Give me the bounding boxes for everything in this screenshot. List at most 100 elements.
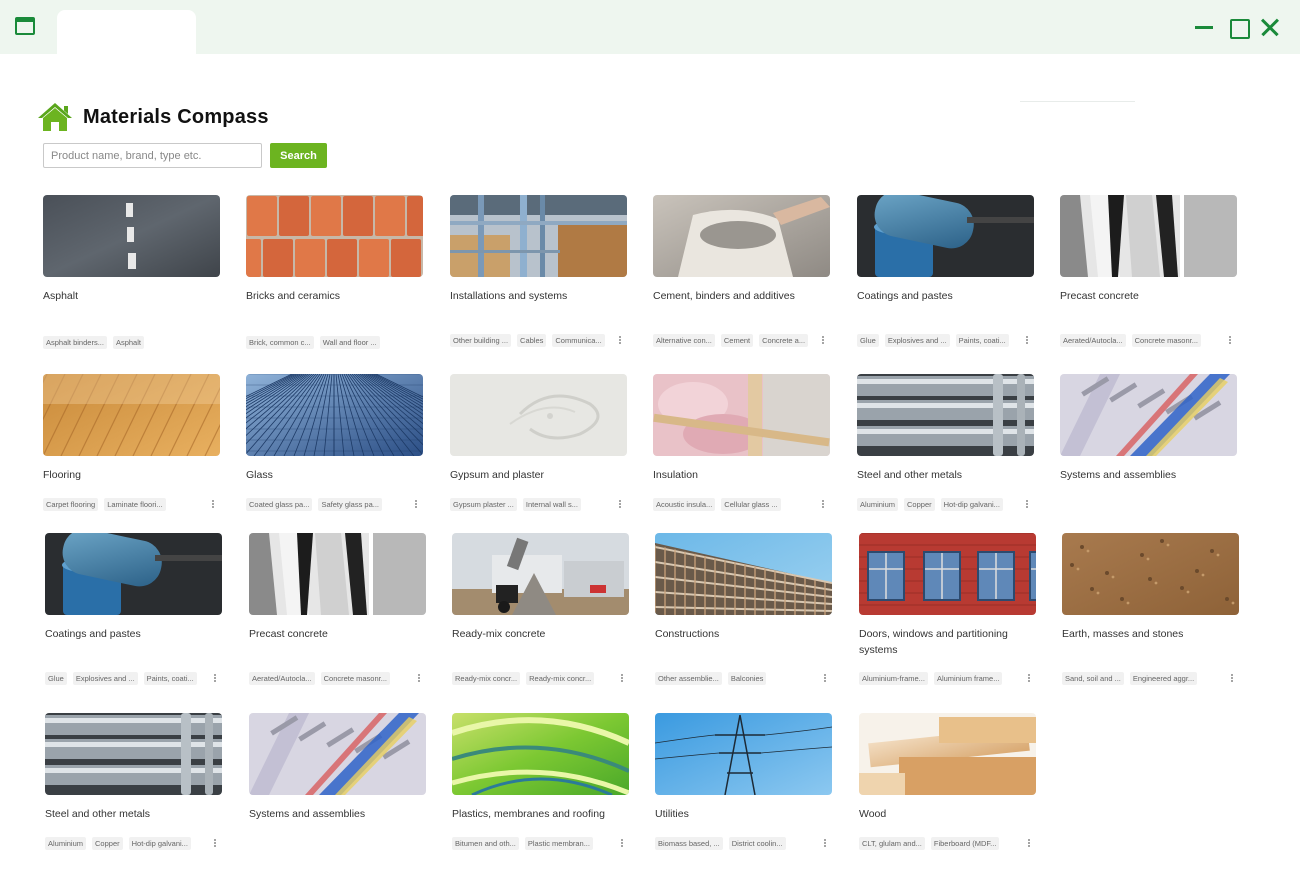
more-options-icon[interactable]: [211, 836, 219, 850]
more-options-icon[interactable]: [618, 836, 626, 850]
category-title[interactable]: Precast concrete: [249, 626, 427, 642]
subcategory-tag[interactable]: Explosives and ...: [884, 333, 950, 347]
subcategory-tag[interactable]: Copper: [904, 497, 935, 511]
subcategory-tag[interactable]: CLT, glulam and...: [859, 836, 925, 850]
category-thumbnail[interactable]: [246, 374, 423, 456]
category-card[interactable]: Bricks and ceramics Brick, common c... Wal…: [246, 195, 424, 349]
subcategory-tag[interactable]: Ready-mix concr...: [452, 671, 521, 685]
subcategory-tag[interactable]: Other building ...: [450, 333, 512, 347]
subcategory-tag[interactable]: Copper: [92, 836, 123, 850]
subcategory-tag[interactable]: Gypsum plaster ...: [450, 497, 517, 511]
category-title[interactable]: Wood: [859, 806, 1037, 822]
category-card[interactable]: Precast concrete Aerated/Autocla... Concre…: [249, 533, 427, 685]
category-card[interactable]: Precast concrete Aerated/Autocla... Concre…: [1060, 195, 1238, 347]
category-card[interactable]: Cement, binders and additives Alternative…: [653, 195, 831, 347]
category-thumbnail[interactable]: [655, 713, 832, 795]
category-card[interactable]: Utilities Biomass based, ... District cool…: [655, 713, 833, 850]
category-title[interactable]: Steel and other metals: [857, 467, 1035, 483]
category-title[interactable]: Ready-mix concrete: [452, 626, 630, 642]
category-card[interactable]: Steel and other metals Aluminium Copper Hot…: [45, 713, 223, 850]
subcategory-tag[interactable]: Plastic membran...: [524, 836, 593, 850]
category-card[interactable]: Systems and assemblies: [249, 713, 427, 820]
more-options-icon[interactable]: [1023, 497, 1031, 511]
category-card[interactable]: Doors, windows and partitioning systems A…: [859, 533, 1037, 685]
subcategory-tag[interactable]: Bitumen and oth...: [452, 836, 519, 850]
subcategory-tag[interactable]: Aluminium: [857, 497, 899, 511]
subcategory-tag[interactable]: Engineered aggr...: [1129, 671, 1198, 685]
subcategory-tag[interactable]: Explosives and ...: [72, 671, 138, 685]
category-thumbnail[interactable]: [857, 195, 1034, 277]
subcategory-tag[interactable]: Concrete a...: [759, 333, 809, 347]
category-title[interactable]: Systems and assemblies: [1060, 467, 1238, 483]
category-title[interactable]: Coatings and pastes: [45, 626, 223, 642]
subcategory-tag[interactable]: Aluminium-frame...: [859, 671, 928, 685]
subcategory-tag[interactable]: Asphalt binders...: [43, 335, 107, 349]
category-card[interactable]: Installations and systems Other building …: [450, 195, 628, 347]
subcategory-tag[interactable]: Aluminium: [45, 836, 87, 850]
subcategory-tag[interactable]: District coolin...: [728, 836, 786, 850]
category-card[interactable]: Gypsum and plaster Gypsum plaster ... Inte…: [450, 374, 628, 511]
subcategory-tag[interactable]: Internal wall s...: [522, 497, 581, 511]
category-title[interactable]: Bricks and ceramics: [246, 288, 424, 304]
category-thumbnail[interactable]: [857, 374, 1034, 456]
category-card[interactable]: Coatings and pastes Glue Explosives and ..…: [857, 195, 1035, 347]
more-options-icon[interactable]: [1025, 671, 1033, 685]
category-card[interactable]: Steel and other metals Aluminium Copper Hot…: [857, 374, 1035, 511]
subcategory-tag[interactable]: Ready-mix concr...: [526, 671, 595, 685]
category-thumbnail[interactable]: [653, 195, 830, 277]
category-thumbnail[interactable]: [450, 374, 627, 456]
subcategory-tag[interactable]: Communica...: [552, 333, 605, 347]
minimize-icon[interactable]: [1192, 15, 1216, 39]
category-card[interactable]: Insulation Acoustic insula... Cellular gla…: [653, 374, 831, 511]
category-title[interactable]: Coatings and pastes: [857, 288, 1035, 304]
category-title[interactable]: Precast concrete: [1060, 288, 1238, 304]
category-thumbnail[interactable]: [246, 195, 423, 277]
browser-tab[interactable]: [57, 10, 196, 54]
category-title[interactable]: Asphalt: [43, 288, 221, 304]
category-title[interactable]: Earth, masses and stones: [1062, 626, 1240, 642]
more-options-icon[interactable]: [1025, 836, 1033, 850]
more-options-icon[interactable]: [819, 497, 827, 511]
category-thumbnail[interactable]: [249, 713, 426, 795]
subcategory-tag[interactable]: Brick, common c...: [246, 335, 314, 349]
subcategory-tag[interactable]: Hot-dip galvani...: [128, 836, 191, 850]
category-thumbnail[interactable]: [45, 713, 222, 795]
subcategory-tag[interactable]: Biomass based, ...: [655, 836, 723, 850]
category-thumbnail[interactable]: [653, 374, 830, 456]
category-title[interactable]: Utilities: [655, 806, 833, 822]
category-title[interactable]: Cement, binders and additives: [653, 288, 831, 304]
category-thumbnail[interactable]: [450, 195, 627, 277]
more-options-icon[interactable]: [618, 671, 626, 685]
category-card[interactable]: Coatings and pastes Glue Explosives and ..…: [45, 533, 223, 685]
subcategory-tag[interactable]: Fiberboard (MDF...: [930, 836, 1000, 850]
subcategory-tag[interactable]: Other assemblie...: [655, 671, 722, 685]
category-card[interactable]: Systems and assemblies: [1060, 374, 1238, 481]
category-thumbnail[interactable]: [452, 533, 629, 615]
close-icon[interactable]: [1258, 15, 1282, 39]
category-thumbnail[interactable]: [859, 713, 1036, 795]
category-card[interactable]: Glass Coated glass pa... Safety glass pa..…: [246, 374, 424, 511]
more-options-icon[interactable]: [1226, 333, 1234, 347]
category-thumbnail[interactable]: [1060, 374, 1237, 456]
category-card[interactable]: Ready-mix concrete Ready-mix concr... Read…: [452, 533, 630, 685]
subcategory-tag[interactable]: Aerated/Autocla...: [1060, 333, 1126, 347]
more-options-icon[interactable]: [209, 497, 217, 511]
more-options-icon[interactable]: [1023, 333, 1031, 347]
subcategory-tag[interactable]: Cables: [517, 333, 547, 347]
subcategory-tag[interactable]: Aerated/Autocla...: [249, 671, 315, 685]
subcategory-tag[interactable]: Hot-dip galvani...: [940, 497, 1003, 511]
category-card[interactable]: Wood CLT, glulam and... Fiberboard (MDF...: [859, 713, 1037, 850]
subcategory-tag[interactable]: Sand, soil and ...: [1062, 671, 1124, 685]
subcategory-tag[interactable]: Paints, coati...: [143, 671, 197, 685]
more-options-icon[interactable]: [211, 671, 219, 685]
category-card[interactable]: Asphalt Asphalt binders... Asphalt: [43, 195, 221, 349]
subcategory-tag[interactable]: Cellular glass ...: [721, 497, 781, 511]
subcategory-tag[interactable]: Asphalt: [112, 335, 144, 349]
category-title[interactable]: Gypsum and plaster: [450, 467, 628, 483]
category-title[interactable]: Systems and assemblies: [249, 806, 427, 822]
category-card[interactable]: Earth, masses and stones Sand, soil and .…: [1062, 533, 1240, 685]
more-options-icon[interactable]: [616, 497, 624, 511]
subcategory-tag[interactable]: Acoustic insula...: [653, 497, 716, 511]
more-options-icon[interactable]: [616, 333, 624, 347]
category-thumbnail[interactable]: [249, 533, 426, 615]
